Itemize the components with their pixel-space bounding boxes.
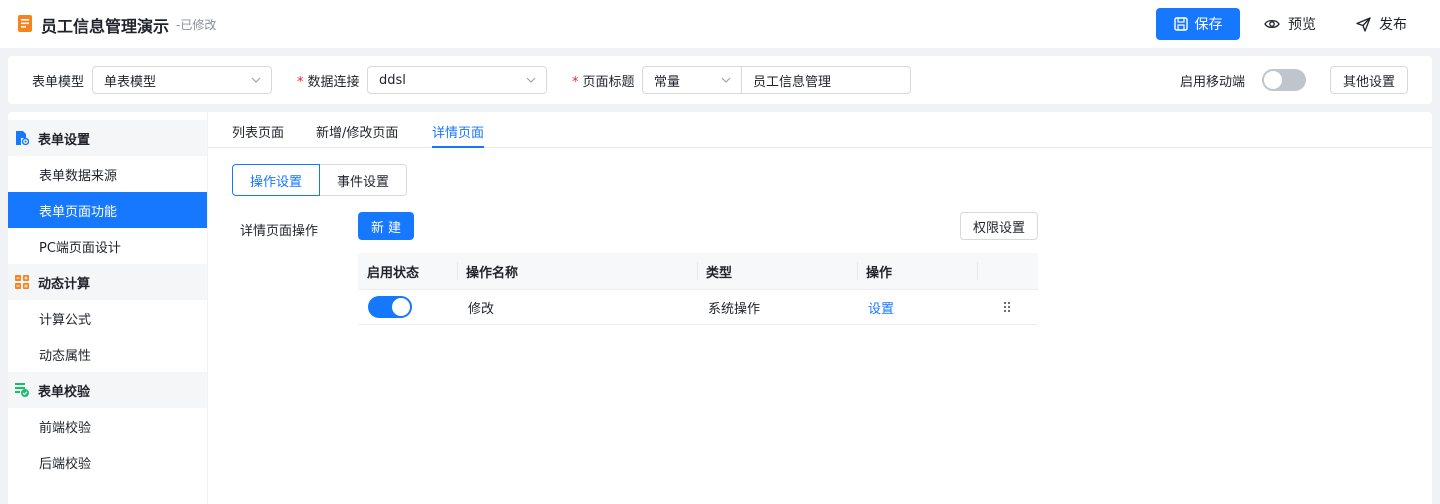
enabled-toggle[interactable]	[368, 296, 412, 318]
sidebar-group-dynamic-calc: 动态计算	[8, 264, 207, 300]
chevron-down-icon	[526, 77, 536, 83]
main-panel: 列表页面 新增/修改页面 详情页面 操作设置 事件设置 详情页面操作 新建 权限…	[208, 112, 1432, 504]
column-header-name: 操作名称	[457, 253, 518, 290]
tab-list-page[interactable]: 列表页面	[232, 122, 284, 148]
save-label: 保存	[1194, 17, 1223, 33]
sidebar-group-label: 表单校验	[38, 384, 91, 400]
save-button[interactable]: 保存	[1156, 8, 1240, 40]
segment-event-settings[interactable]: 事件设置	[319, 164, 407, 196]
preview-button[interactable]: 预览	[1264, 8, 1316, 40]
table-row: 修改 系统操作 设置	[358, 290, 1038, 325]
sidebar-item-calc-formula[interactable]: 计算公式	[8, 300, 207, 336]
page-tabs: 列表页面 新增/修改页面 详情页面	[208, 112, 1432, 148]
sidebar-group-form-settings: 表单设置	[8, 120, 207, 156]
form-model-label: 表单模型	[32, 75, 85, 90]
data-conn-label-text: 数据连接	[307, 75, 360, 90]
data-conn-label: * 数据连接	[297, 71, 360, 90]
save-icon	[1173, 17, 1188, 31]
sidebar-item-frontend-check[interactable]: 前端校验	[8, 408, 207, 444]
form-check-icon	[15, 383, 29, 397]
required-mark: *	[572, 75, 579, 90]
settings-sidebar: 表单设置 表单数据来源 表单页面功能 PC端页面设计 动态计算 计算公式 动态属…	[8, 112, 207, 504]
app-header: 员工信息管理演示 -已修改 保存 预览 发布	[0, 0, 1440, 48]
drag-handle-icon[interactable]	[1003, 301, 1011, 313]
sidebar-group-form-check: 表单校验	[8, 372, 207, 408]
operations-table: 启用状态 操作名称 类型 操作 修改 系统操作 设置	[358, 253, 1038, 325]
page-title-type-value: 常量	[654, 74, 681, 90]
sidebar-item-form-data-source[interactable]: 表单数据来源	[8, 156, 207, 192]
chevron-down-icon	[721, 77, 731, 83]
sidebar-item-backend-check[interactable]: 后端校验	[8, 444, 207, 480]
sidebar-group-label: 表单设置	[38, 132, 91, 148]
page-title-label: * 页面标题	[572, 71, 635, 90]
sidebar-group-label: 动态计算	[38, 276, 91, 292]
column-header-action: 操作	[857, 253, 892, 290]
document-icon	[18, 15, 32, 32]
eye-icon	[1264, 19, 1280, 29]
form-model-select[interactable]: 单表模型	[92, 66, 272, 94]
sidebar-item-form-page-function[interactable]: 表单页面功能	[8, 192, 207, 228]
data-conn-value: ddsl	[379, 72, 406, 88]
settings-link[interactable]: 设置	[858, 290, 894, 325]
publish-button[interactable]: 发布	[1356, 8, 1407, 40]
operation-name: 修改	[468, 302, 495, 317]
other-settings-button[interactable]: 其他设置	[1330, 66, 1408, 94]
sidebar-item-dynamic-attr[interactable]: 动态属性	[8, 336, 207, 372]
sidebar-item-pc-page-design[interactable]: PC端页面设计	[8, 228, 207, 264]
form-settings-icon	[16, 131, 29, 145]
column-header-drag	[977, 253, 1038, 290]
form-model-value: 单表模型	[104, 74, 157, 90]
column-header-type: 类型	[697, 253, 732, 290]
tab-add-edit-page[interactable]: 新增/修改页面	[316, 122, 398, 148]
detail-ops-label: 详情页面操作	[240, 224, 319, 239]
mobile-label: 启用移动端	[1180, 75, 1246, 90]
new-button[interactable]: 新建	[358, 212, 414, 240]
publish-label: 发布	[1379, 17, 1407, 33]
table-header: 启用状态 操作名称 类型 操作	[358, 253, 1038, 290]
chevron-down-icon	[251, 77, 261, 83]
operation-type: 系统操作	[708, 302, 761, 317]
page-title-type-select[interactable]: 常量	[642, 66, 742, 94]
send-icon	[1356, 16, 1371, 32]
tab-detail-page[interactable]: 详情页面	[432, 122, 485, 148]
calculator-icon	[15, 275, 29, 289]
data-conn-select[interactable]: ddsl	[367, 66, 547, 94]
toggle-knob	[392, 298, 410, 316]
toggle-knob	[1264, 71, 1282, 89]
column-header-enabled: 启用状态	[367, 266, 420, 281]
page-title-input[interactable]: 员工信息管理	[741, 66, 911, 94]
page-title-value: 员工信息管理	[753, 74, 832, 90]
segment-operation-settings[interactable]: 操作设置	[232, 164, 320, 196]
page-title-label-text: 页面标题	[582, 75, 635, 90]
modified-status: -已修改	[176, 18, 217, 32]
mobile-toggle[interactable]	[1262, 69, 1306, 91]
required-mark: *	[297, 75, 304, 90]
app-title: 员工信息管理演示	[41, 17, 170, 36]
config-toolbar: 表单模型 单表模型 * 数据连接 ddsl * 页面标题 常量 员工信息管理 启用移…	[8, 56, 1432, 104]
preview-label: 预览	[1288, 17, 1316, 33]
permission-settings-button[interactable]: 权限设置	[960, 212, 1038, 240]
